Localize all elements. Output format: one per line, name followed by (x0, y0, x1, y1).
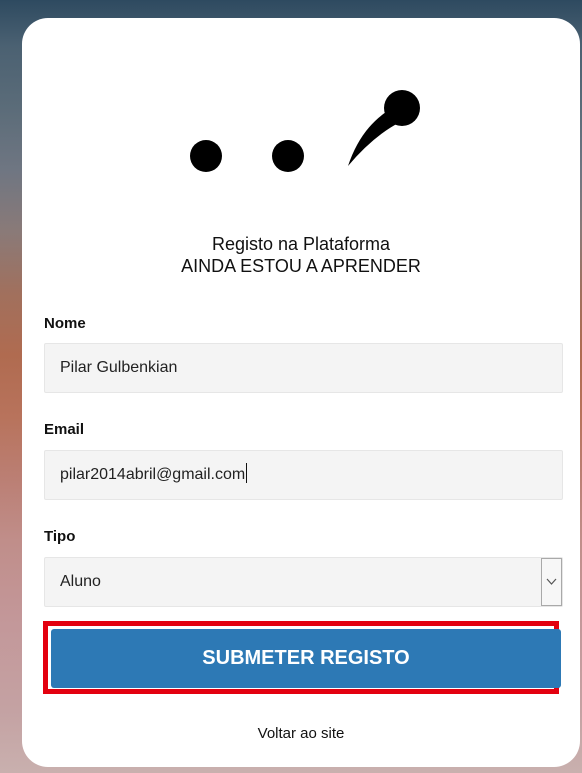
name-input[interactable]: Pilar Gulbenkian (44, 343, 563, 393)
text-caret (246, 462, 248, 483)
type-select[interactable]: Aluno (44, 557, 563, 607)
title-line-1: Registo na Plataforma (211, 234, 391, 254)
name-label: Nome (44, 315, 86, 332)
title-line-2: AINDA ESTOU A APRENDER (181, 256, 421, 276)
name-input-value: Pilar Gulbenkian (60, 359, 178, 376)
select-dropdown-button[interactable] (541, 558, 562, 606)
brand-logo (190, 90, 420, 172)
back-to-site-link[interactable]: Voltar ao site (22, 725, 580, 742)
email-input-value: pilar2014abril@gmail.com (60, 466, 246, 483)
email-input[interactable]: pilar2014abril@gmail.com (44, 450, 563, 500)
type-label: Tipo (44, 528, 76, 545)
type-select-value: Aluno (60, 573, 101, 590)
chevron-down-icon (546, 578, 557, 585)
submit-button[interactable]: SUBMETER REGISTO (51, 629, 561, 688)
page-title: Registo na Plataforma AINDA ESTOU A APRE… (22, 233, 580, 277)
email-label: Email (44, 421, 85, 438)
